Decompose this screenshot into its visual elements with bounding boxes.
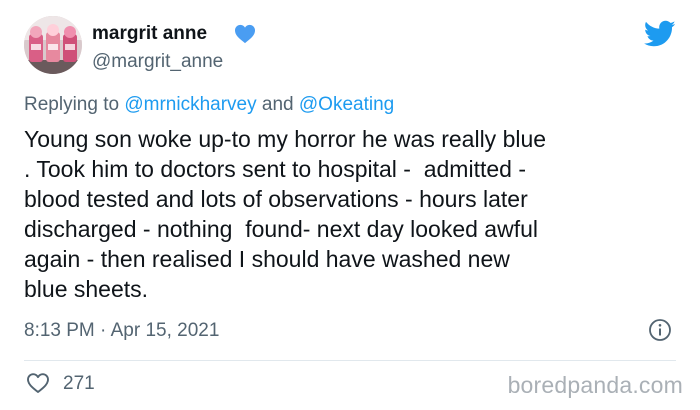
tweet-text-line: . Took him to doctors sent to hospital -…: [24, 156, 526, 182]
reply-connector: and: [261, 94, 294, 115]
author-name[interactable]: margrit anne: [92, 23, 207, 45]
tweet-text-line: blood tested and lots of observations - …: [24, 186, 528, 212]
tweet-text-line: Young son woke up-to my horror he was re…: [24, 126, 547, 152]
divider: [24, 360, 676, 361]
tweet-card: margrit anne @margrit_anne Replying to @…: [0, 0, 700, 410]
heart-outline-icon[interactable]: [26, 372, 50, 394]
tweet-text-line: discharged - nothing found- next day loo…: [24, 216, 538, 242]
tweet-text-line: blue sheets.: [24, 276, 149, 302]
twitter-bird-icon[interactable]: [644, 20, 676, 48]
info-icon[interactable]: [648, 318, 672, 342]
author-handle[interactable]: @margrit_anne: [92, 51, 223, 73]
watermark: boredpanda.com: [507, 372, 683, 398]
mention-link[interactable]: @Okeating: [299, 94, 394, 115]
tweet-text-line: again - then realised I should have wash…: [24, 246, 510, 272]
tweet-text: Young son woke up-to my horror he was re…: [24, 124, 684, 304]
like-count: 271: [63, 373, 95, 394]
mention-link[interactable]: @mrnickharvey: [124, 94, 256, 115]
reply-prefix: Replying to: [24, 94, 120, 115]
blue-heart-icon: [235, 24, 255, 44]
avatar[interactable]: [24, 16, 82, 74]
avatar-image: [24, 16, 82, 74]
tweet-timestamp[interactable]: 8:13 PM · Apr 15, 2021: [24, 320, 219, 342]
replying-to: Replying to @mrnickharvey and @Okeating: [24, 94, 394, 116]
